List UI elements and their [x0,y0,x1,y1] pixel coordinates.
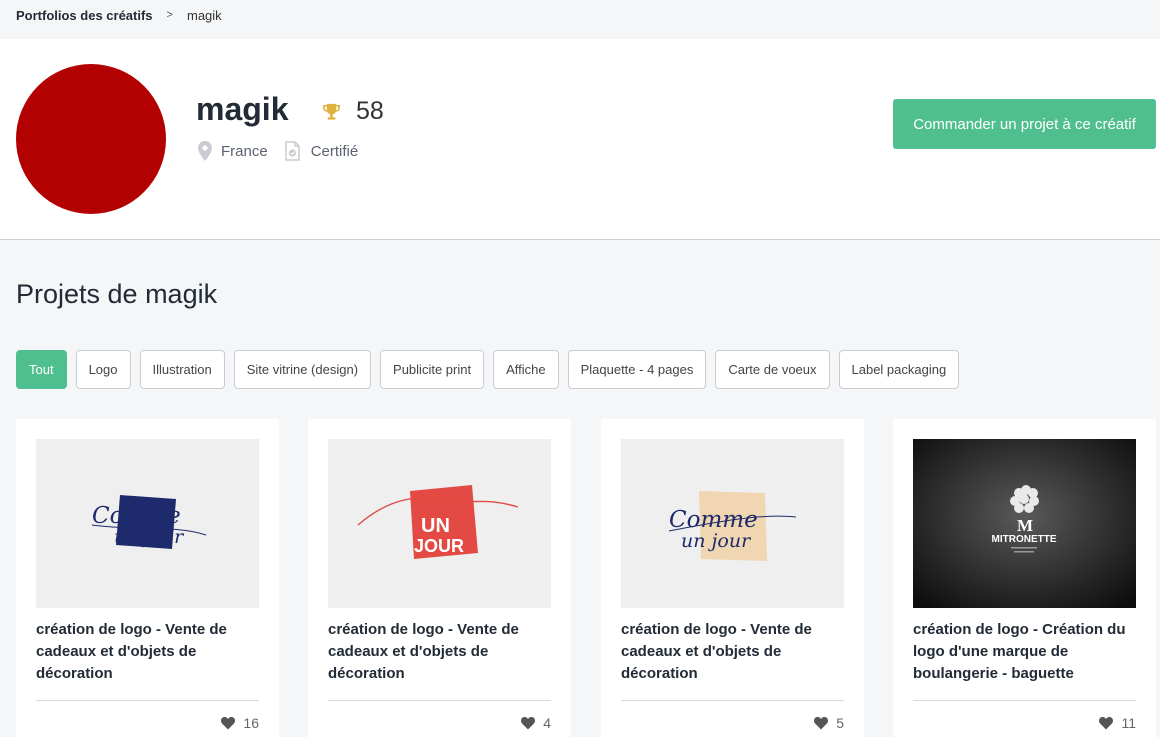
section-title: Projets de magik [16,279,218,309]
filter-tout[interactable]: Tout [16,350,67,389]
order-project-button[interactable]: Commander un projet à ce créatif [893,99,1156,149]
certification: Certifié [284,141,359,161]
score-value: 58 [356,97,384,125]
breadcrumb: Portfolios des créatifs > magik [16,6,222,24]
likes-count: 16 [243,715,259,731]
project-thumbnail[interactable]: Comme un jour [36,439,259,608]
divider [913,700,1136,701]
filter-affiche[interactable]: Affiche [493,350,559,389]
avatar [16,64,166,214]
certification-label: Certifié [310,142,359,160]
project-title[interactable]: création de logo - Vente de cadeaux et d… [621,619,844,685]
certified-document-icon [284,141,311,161]
likes[interactable]: 11 [1099,715,1136,731]
project-card[interactable]: Comme un jour création de logo - Vente d… [16,419,279,737]
filter-site-vitrine[interactable]: Site vitrine (design) [233,350,372,389]
filter-plaquette[interactable]: Plaquette - 4 pages [567,350,707,389]
divider [328,700,551,701]
divider [36,700,259,701]
image-logo-text: MITRONETTE [992,534,1057,545]
project-card[interactable]: UN JOUR création de logo - Vente de cade… [308,419,571,737]
breadcrumb-current: magik [186,7,222,23]
filter-logo[interactable]: Logo [75,350,131,389]
project-card[interactable]: Comme un jour création de logo - Vente d… [601,419,864,737]
divider [621,700,844,701]
image-logo-text: JOUR [414,536,464,556]
location: France [198,141,268,161]
filter-label-packaging[interactable]: Label packaging [838,350,960,389]
project-card[interactable]: M MITRONETTE création de logo - Création… [893,419,1156,737]
location-label: France [221,142,268,160]
likes-count: 5 [836,715,844,731]
profile-header: magik 58 France Certifié Commander un pr… [0,39,1160,240]
filter-publicite-print[interactable]: Publicite print [380,350,485,389]
map-pin-icon [198,141,221,161]
breadcrumb-separator: > [166,9,173,21]
breadcrumb-link-portfolios[interactable]: Portfolios des créatifs [16,8,153,23]
project-thumbnail[interactable]: M MITRONETTE [913,439,1136,608]
profile-meta: France Certifié [198,141,374,161]
filter-bar: Tout Logo Illustration Site vitrine (des… [16,350,960,389]
likes-count: 11 [1121,715,1136,731]
profile-name: magik [196,91,289,127]
heart-icon [521,716,543,730]
heart-icon [814,716,836,730]
likes-count: 4 [543,715,551,731]
project-title[interactable]: création de logo - Vente de cadeaux et d… [328,619,551,685]
project-title[interactable]: création de logo - Vente de cadeaux et d… [36,619,259,685]
heart-icon [221,716,243,730]
image-logo-text: UN [421,515,450,537]
likes[interactable]: 16 [221,715,259,731]
score: 58 [322,97,384,126]
likes[interactable]: 5 [814,715,844,731]
likes[interactable]: 4 [521,715,551,731]
image-script-text: un jour [681,530,752,552]
project-thumbnail[interactable]: UN JOUR [328,439,551,608]
heart-icon [1099,716,1121,730]
project-thumbnail[interactable]: Comme un jour [621,439,844,608]
filter-carte-de-voeux[interactable]: Carte de voeux [715,350,830,389]
trophy-icon [322,102,341,121]
svg-text:M: M [1017,516,1033,535]
project-title[interactable]: création de logo - Création du logo d'un… [913,619,1136,685]
filter-illustration[interactable]: Illustration [139,350,225,389]
